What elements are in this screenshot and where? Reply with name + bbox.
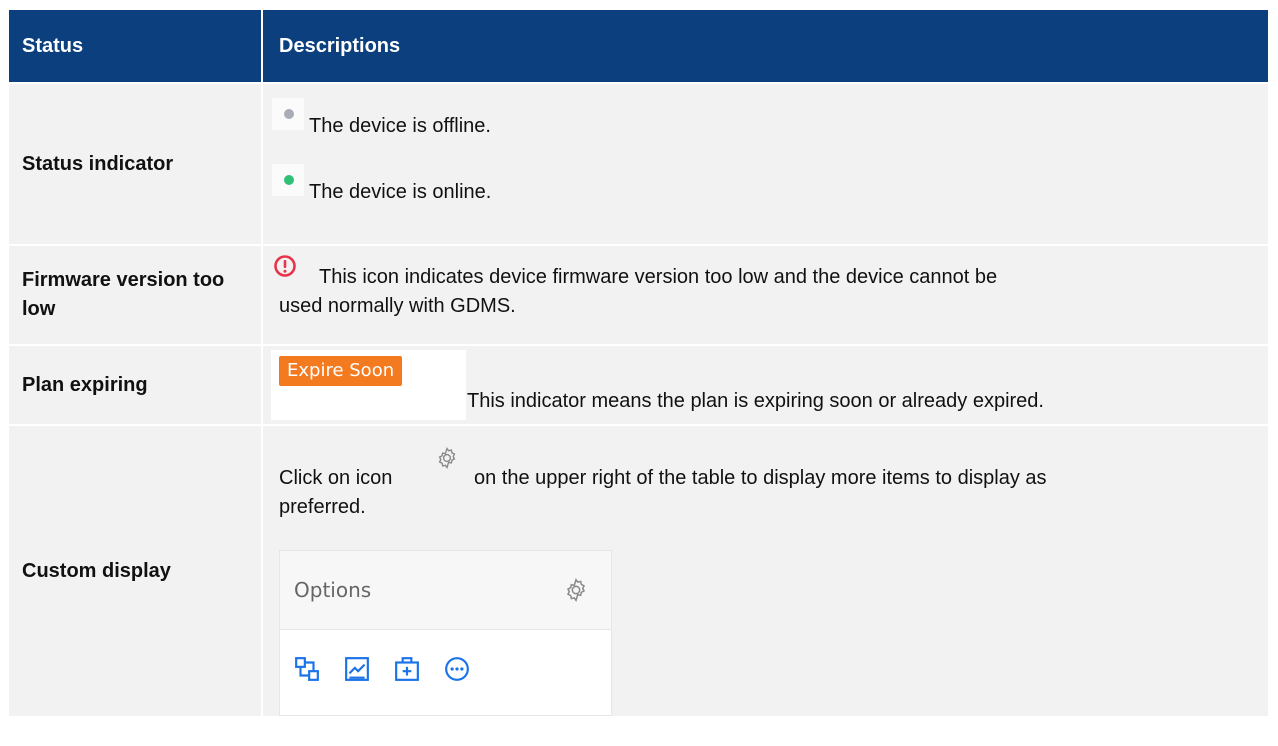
more-circle-icon[interactable] bbox=[444, 656, 470, 682]
description-cell: Click on icon on the upper right of the … bbox=[263, 426, 1268, 716]
description-cell: The device is offline. The device is onl… bbox=[263, 84, 1268, 244]
table-row: Firmware version too low This icon indic… bbox=[9, 244, 1268, 344]
table-header: Status Descriptions bbox=[9, 10, 1268, 82]
status-table: Status Descriptions Status indicator The… bbox=[9, 10, 1268, 716]
offline-text: The device is offline. bbox=[309, 115, 491, 137]
custom-text-start: Click on icon bbox=[279, 467, 393, 489]
expire-soon-badge: Expire Soon bbox=[279, 356, 403, 386]
status-cell: Status indicator bbox=[9, 84, 263, 244]
offline-dot-icon bbox=[272, 98, 304, 130]
online-text: The device is online. bbox=[309, 181, 492, 203]
online-dot-icon bbox=[272, 164, 304, 196]
options-header: Options bbox=[280, 551, 611, 630]
status-cell: Firmware version too low bbox=[9, 246, 263, 344]
plan-text: This indicator means the plan is expirin… bbox=[467, 390, 1044, 412]
options-panel: Options bbox=[279, 550, 612, 716]
status-cell: Plan expiring bbox=[9, 346, 263, 424]
add-box-icon[interactable] bbox=[394, 656, 420, 682]
topology-icon[interactable] bbox=[294, 656, 320, 682]
table-row: Status indicator The device is offline. … bbox=[9, 82, 1268, 244]
chart-icon[interactable] bbox=[344, 656, 370, 682]
header-descriptions: Descriptions bbox=[279, 34, 401, 57]
gear-icon[interactable] bbox=[563, 577, 589, 603]
description-cell: Expire Soon This indicator means the pla… bbox=[263, 346, 1268, 424]
status-cell: Custom display bbox=[9, 426, 263, 716]
firmware-text-line1: This icon indicates device firmware vers… bbox=[319, 266, 998, 288]
warning-circle-icon bbox=[274, 255, 296, 277]
table-row: Plan expiring Expire Soon This indicator… bbox=[9, 344, 1268, 424]
gear-icon bbox=[438, 446, 456, 470]
custom-text-end: on the upper right of the table to displ… bbox=[474, 467, 1047, 489]
options-label: Options bbox=[294, 577, 372, 602]
custom-text-line2: preferred. bbox=[279, 496, 366, 518]
description-cell: This icon indicates device firmware vers… bbox=[263, 246, 1268, 344]
header-status: Status bbox=[9, 10, 263, 82]
table-row: Custom display Click on icon on the uppe… bbox=[9, 424, 1268, 716]
firmware-text-line2: used normally with GDMS. bbox=[279, 295, 516, 317]
badge-image: Expire Soon bbox=[271, 350, 466, 420]
options-icons bbox=[280, 630, 611, 682]
